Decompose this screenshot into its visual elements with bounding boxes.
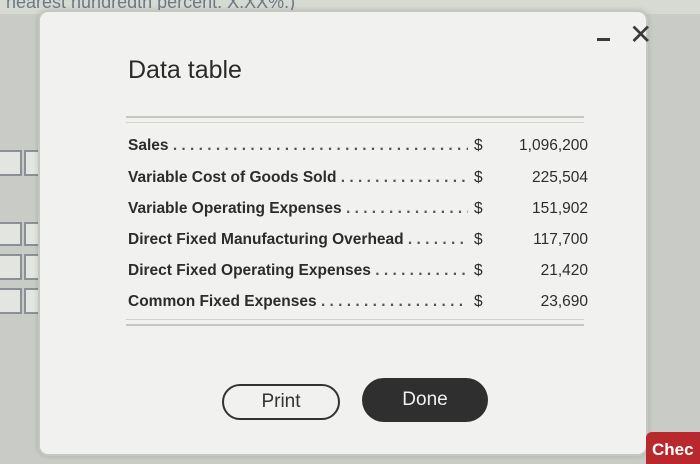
grid-cell: [0, 288, 22, 314]
table-row: Direct Fixed Operating Expenses $ 21,420: [128, 262, 588, 290]
table-row: Direct Fixed Manufacturing Overhead $ 11…: [128, 231, 588, 259]
row-currency: $: [474, 137, 483, 154]
row-label: Variable Operating Expenses: [128, 200, 468, 218]
row-label: Sales: [128, 137, 468, 155]
close-icon[interactable]: ✕: [629, 20, 655, 50]
data-table-body: Sales $ 1,096,200 Variable Cost of Goods…: [126, 122, 588, 321]
table-row: Variable Operating Expenses $ 151,902: [128, 200, 588, 228]
row-amount: 21,420: [540, 262, 588, 279]
row-currency: $: [474, 262, 483, 279]
row-currency: $: [474, 231, 483, 248]
row-label: Direct Fixed Operating Expenses: [128, 262, 468, 280]
row-label: Direct Fixed Manufacturing Overhead: [128, 231, 468, 249]
data-table: Sales $ 1,096,200 Variable Cost of Goods…: [126, 116, 588, 326]
grid-cell: [0, 150, 22, 176]
dialog-title: Data table: [128, 56, 242, 84]
minimize-button[interactable]: [592, 26, 616, 48]
row-amount: 23,690: [540, 293, 588, 310]
table-row: Common Fixed Expenses $ 23,690: [128, 293, 588, 321]
grid-cell: [0, 222, 22, 246]
row-label: Variable Cost of Goods Sold: [128, 169, 468, 187]
row-amount: 225,504: [531, 169, 588, 186]
done-button[interactable]: Done: [362, 378, 488, 422]
row-amount: 1,096,200: [519, 137, 588, 154]
check-answer-button[interactable]: Chec: [646, 432, 700, 464]
print-button[interactable]: Print: [222, 384, 340, 420]
row-currency: $: [474, 293, 483, 310]
data-table-dialog: Data table ✕ Sales $ 1,096,200 Variable …: [38, 10, 652, 456]
table-row: Sales $ 1,096,200: [128, 137, 588, 165]
table-row: Variable Cost of Goods Sold $ 225,504: [128, 169, 588, 197]
row-amount: 151,902: [531, 200, 588, 217]
grid-cell: [0, 254, 22, 280]
row-currency: $: [474, 169, 483, 186]
row-label: Common Fixed Expenses: [128, 293, 468, 311]
row-amount: 117,700: [533, 231, 588, 248]
row-currency: $: [474, 200, 483, 217]
